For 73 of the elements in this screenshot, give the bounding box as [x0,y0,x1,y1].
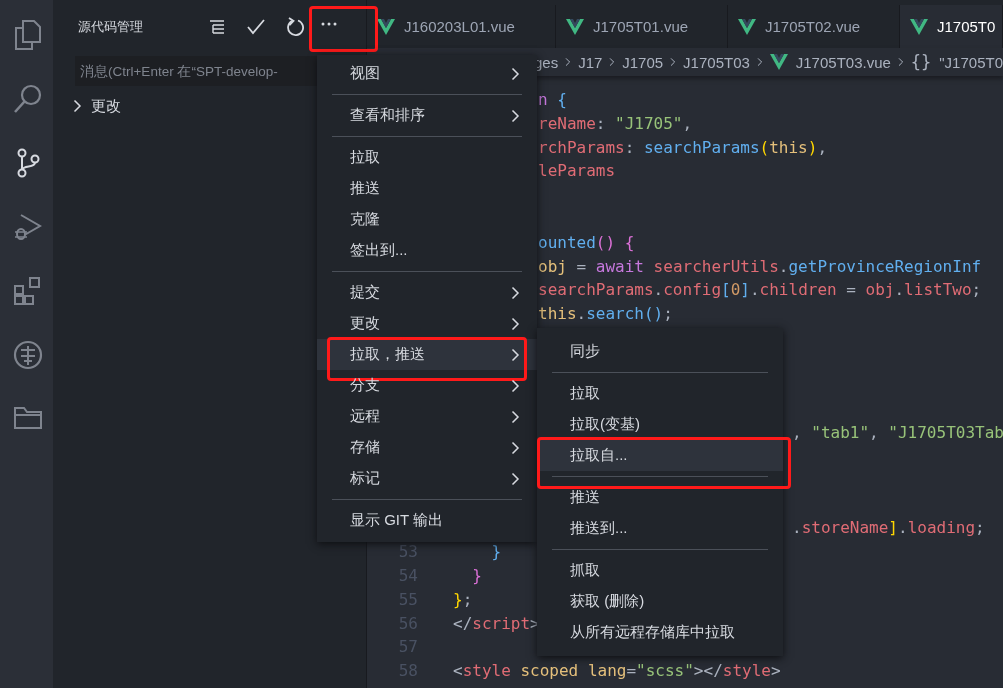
menu-item[interactable]: 推送到... [537,513,783,544]
menu-item[interactable]: 拉取(变基) [537,409,783,440]
code-line: leParams [538,160,616,183]
chevron-icon [73,99,82,113]
vue-icon [566,18,584,35]
menu-item[interactable]: 同步 [537,336,783,367]
check-icon [245,18,266,36]
files-icon [13,20,42,50]
vue-icon [910,18,928,35]
vue-icon [738,18,756,35]
breadcrumb-item[interactable]: {} "J1705T0 [910,52,1003,72]
breadcrumb-item[interactable]: J17 [578,53,603,71]
refresh-icon [285,17,304,37]
search-icon [12,84,43,114]
editor-tab[interactable]: J160203L01.vue [367,5,556,48]
menu-item[interactable]: 提交 [317,277,537,308]
chevron-icon [670,55,677,69]
menu-item[interactable]: 从所有远程存储库中拉取 [537,617,783,648]
breadcrumb-item[interactable]: J1705T03.vue [769,53,891,71]
source-control-icon [15,148,40,178]
code-line: obj = await searcherUtils.getProvinceRegionInf [538,255,982,278]
code-line: , "tab1", "J1705T03Tab [792,422,1003,445]
code-line: ounted() { [538,231,635,254]
chevron-icon [897,55,904,69]
menu-item[interactable]: 视图 [317,58,537,89]
code-line: <style scoped lang="scss"></style> [453,660,781,683]
vue-icon [377,18,395,35]
folder-icon [12,404,43,430]
code-line: searchParams.config[0].children = obj.listTwo; [538,279,982,302]
menu-item[interactable]: 签出到... [317,235,537,266]
tree-view-icon [208,19,225,35]
code-line: .storeName].loading; [792,517,985,540]
menu-item[interactable]: 推送 [537,482,783,513]
code-line: reName: "J1705", [538,112,693,135]
menu-item[interactable]: 显示 GIT 输出 [317,505,537,536]
breadcrumb-item[interactable]: J1705T03 [683,53,750,71]
code-line: n { [538,89,567,111]
code-line: this.search(); [538,303,673,326]
menu-item[interactable]: 克隆 [317,204,537,235]
editor-tab[interactable]: J1705T01.vue [556,5,728,48]
chevron-icon [609,55,616,69]
menu-item[interactable]: 拉取，推送 [317,339,537,370]
menu-item[interactable]: 推送 [317,173,537,204]
chevron-icon [565,55,572,69]
more-icon [320,22,338,26]
vue-icon [769,54,788,70]
menu-item[interactable]: 查看和排序 [317,100,537,131]
breadcrumb-label: "J1705T0 [939,53,1003,71]
coin-icon [12,340,43,370]
menu-item[interactable]: 拉取 [537,378,783,409]
section-label: 更改 [91,96,121,116]
menu-item[interactable]: 标记 [317,463,537,494]
run-debug-icon [12,212,43,242]
braces-icon: {} [910,52,932,72]
menu-item[interactable]: 存储 [317,432,537,463]
code-line: } [490,541,502,564]
extensions-icon [12,276,43,306]
chevron-icon [756,55,763,69]
menu-item[interactable]: 抓取 [537,555,783,586]
code-line: }; [453,588,473,611]
breadcrumb-label: J1705T03.vue [795,53,891,71]
menu-item[interactable]: 获取 (删除) [537,586,783,617]
menu-item[interactable]: 拉取自... [537,440,783,471]
breadcrumb-item[interactable]: J1705 [622,53,664,71]
message-input[interactable]: 消息(Ctrl+Enter 在“SPT-develop- [75,56,317,86]
menu-item[interactable]: 分支 [317,370,537,401]
code-line: } [471,564,482,587]
menu-item[interactable]: 拉取 [317,142,537,173]
menu-item[interactable]: 远程 [317,401,537,432]
editor-tab[interactable]: J1705T0 [900,5,1003,48]
menu-item[interactable]: 更改 [317,308,537,339]
panel-title: 源代码管理 [78,18,144,36]
code-line: rchParams: searchParams(this), [538,136,827,159]
